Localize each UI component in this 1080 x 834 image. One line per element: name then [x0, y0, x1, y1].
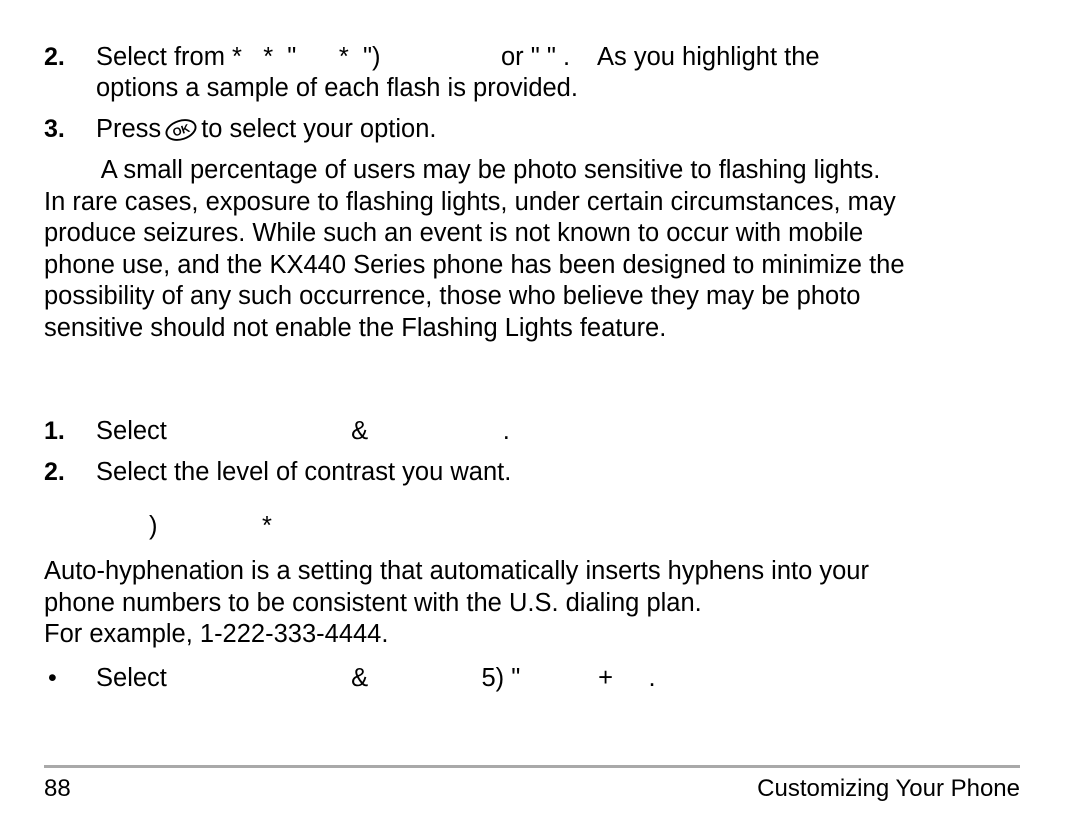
list-marker: 2. [44, 43, 65, 71]
page-content: 2. Select from * * " * ") or " " . As yo… [44, 0, 1020, 694]
list-bullet-marker: • [48, 663, 57, 692]
list-item-text: Select & . [96, 417, 510, 445]
heading-glyph-paren: ) [149, 512, 158, 540]
list-item: • Select & 5) " + . [44, 663, 1020, 694]
select-option-label: to select your option. [201, 115, 437, 143]
auto-hyphenation-body: Auto-hyphenation is a setting that autom… [44, 557, 869, 648]
footer-divider [44, 765, 1020, 768]
page-number: 88 [44, 775, 71, 802]
list-item-text: Press OK to select your option. [96, 114, 1020, 145]
list-item-text: Select from * * " * ") or " " . As you h… [96, 43, 820, 102]
auto-hyphenation-heading: ) * [44, 512, 1020, 552]
list-marker: 3. [44, 115, 65, 143]
page-footer: 88 Customizing Your Phone [44, 774, 1020, 804]
list-item: 2. Select the level of contrast you want… [44, 457, 1020, 488]
list-item-text: Select & 5) " + . [96, 663, 656, 692]
list-item-text: Select the level of contrast you want. [96, 458, 512, 486]
press-label: Press [96, 115, 162, 143]
list-marker: 1. [44, 417, 65, 445]
footer-section-title: Customizing Your Phone [757, 775, 1020, 802]
ok-key-icon: OK [164, 118, 198, 142]
missing-heading-gap [44, 344, 1020, 390]
document-page: 2. Select from * * " * ") or " " . As yo… [0, 0, 1080, 834]
list-item: 1. Select & . [44, 416, 1020, 447]
list-item: 2. Select from * * " * ") or " " . As yo… [44, 42, 1020, 104]
photosensitivity-note: A small percentage of users may be photo… [44, 156, 905, 342]
heading-glyph-asterisk: * [262, 512, 272, 540]
list-item: 3. Press OK to select your option. [44, 114, 1020, 145]
list-marker: 2. [44, 458, 65, 486]
